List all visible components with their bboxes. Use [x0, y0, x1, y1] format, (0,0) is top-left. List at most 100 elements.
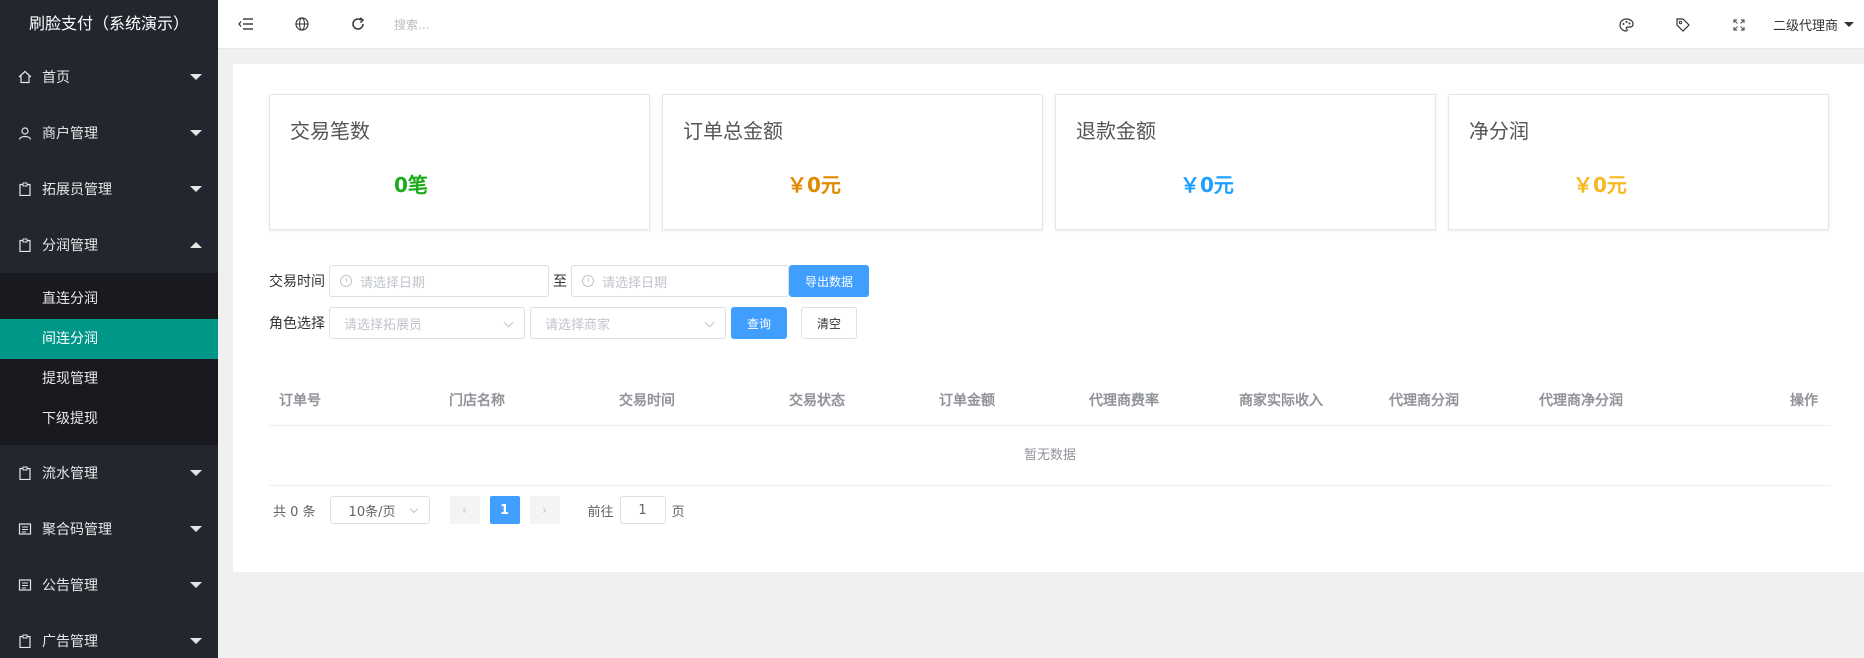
- stat-value: 0笔: [394, 173, 428, 197]
- sidebar-item-label: 商户管理: [42, 126, 98, 142]
- col-order-amount: 订单金额: [939, 392, 995, 409]
- start-date-placeholder: 请选择日期: [360, 275, 426, 291]
- stat-title: 净分润: [1469, 119, 1529, 143]
- expander-select[interactable]: 请选择拓展员: [329, 307, 525, 339]
- stat-value: ￥0元: [1180, 173, 1234, 197]
- sidebar-subitem-withdrawal[interactable]: 提现管理: [0, 359, 218, 399]
- user-icon: [18, 126, 32, 140]
- stat-title: 退款金额: [1076, 119, 1156, 143]
- chevron-down-icon: [503, 317, 514, 328]
- sidebar-item-merchant[interactable]: 商户管理: [0, 105, 218, 161]
- list-icon: [18, 578, 32, 592]
- sidebar-item-profit[interactable]: 分润管理: [0, 217, 218, 273]
- caret-down-icon: [190, 470, 202, 476]
- to-label: 至: [553, 274, 567, 290]
- pagination: 共 0 条 10条/页 ‹ 1 › 前往 1 页: [273, 496, 685, 524]
- role-label: 角色选择: [269, 316, 325, 332]
- col-agent-rate: 代理商费率: [1089, 392, 1159, 409]
- topbar-right: 二级代理商: [1599, 0, 1864, 49]
- sidebar-subitem-indirect-profit[interactable]: 间连分润: [0, 319, 218, 359]
- start-date-input[interactable]: 请选择日期: [329, 265, 549, 297]
- sidebar-item-label: 广告管理: [42, 634, 98, 650]
- caret-down-icon: [190, 130, 202, 136]
- stat-card-order-total: 订单总金额 ￥0元: [662, 94, 1043, 230]
- page-number-button[interactable]: 1: [489, 496, 520, 524]
- app-title: 刷脸支付（系统演示）: [0, 0, 218, 49]
- sidebar-item-qrcode[interactable]: 聚合码管理: [0, 501, 218, 557]
- refresh-icon[interactable]: [330, 0, 386, 49]
- caret-down-icon: [190, 582, 202, 588]
- sidebar-subitem-sub-withdrawal[interactable]: 下级提现: [0, 399, 218, 439]
- caret-down-icon: [190, 526, 202, 532]
- caret-down-icon: [190, 638, 202, 644]
- stat-title: 交易笔数: [290, 119, 370, 143]
- sidebar-item-home[interactable]: 首页: [0, 49, 218, 105]
- sidebar-item-label: 分润管理: [42, 238, 98, 254]
- globe-icon[interactable]: [274, 0, 330, 49]
- sidebar: 刷脸支付（系统演示） 首页 商户管理 拓展员管理 分润管理 直连分润 间连分润 …: [0, 0, 218, 658]
- clock-icon: [582, 275, 594, 287]
- search-input[interactable]: 搜索...: [394, 16, 594, 33]
- goto-page-input[interactable]: 1: [619, 496, 666, 524]
- prev-page-button[interactable]: ‹: [449, 496, 480, 524]
- clock-icon: [340, 275, 352, 287]
- end-date-input[interactable]: 请选择日期: [571, 265, 789, 297]
- total-count: 共 0 条: [273, 504, 316, 520]
- goto-label: 前往: [587, 504, 614, 520]
- user-name: 二级代理商: [1772, 19, 1838, 34]
- export-button[interactable]: 导出数据: [789, 265, 869, 297]
- merchant-select[interactable]: 请选择商家: [530, 307, 726, 339]
- caret-down-icon: [190, 74, 202, 80]
- profit-table: 订单号 门店名称 交易时间 交易状态 订单金额 代理商费率 商家实际收入 代理商…: [269, 374, 1831, 486]
- sidebar-item-expander[interactable]: 拓展员管理: [0, 161, 218, 217]
- topbar: 搜索... 二级代理商: [218, 0, 1864, 49]
- col-agent-net-profit: 代理商净分润: [1539, 392, 1623, 409]
- expander-placeholder: 请选择拓展员: [344, 317, 423, 333]
- list-icon: [18, 522, 32, 536]
- sidebar-item-label: 公告管理: [42, 578, 98, 594]
- stat-value: ￥0元: [787, 173, 841, 197]
- table-header: 订单号 门店名称 交易时间 交易状态 订单金额 代理商费率 商家实际收入 代理商…: [269, 374, 1831, 426]
- filter-row-time: 交易时间 请选择日期 至 请选择日期 导出数据: [269, 265, 869, 297]
- col-trade-time: 交易时间: [619, 392, 675, 409]
- fullscreen-icon[interactable]: [1711, 0, 1767, 49]
- profit-submenu: 直连分润 间连分润 提现管理 下级提现: [0, 273, 218, 445]
- tag-icon[interactable]: [1655, 0, 1711, 49]
- caret-down-icon: [190, 186, 202, 192]
- user-menu[interactable]: 二级代理商: [1767, 15, 1864, 34]
- clear-button[interactable]: 清空: [801, 307, 858, 339]
- chevron-down-icon: [409, 504, 418, 514]
- next-page-button[interactable]: ›: [529, 496, 560, 524]
- end-date-placeholder: 请选择日期: [602, 275, 668, 291]
- sidebar-item-ads[interactable]: 广告管理: [0, 613, 218, 658]
- stat-cards: 交易笔数 0笔 订单总金额 ￥0元 退款金额 ￥0元 净分润 ￥0元: [269, 94, 1841, 230]
- sidebar-item-flow[interactable]: 流水管理: [0, 445, 218, 501]
- caret-up-icon: [190, 242, 202, 248]
- page-unit-label: 页: [671, 504, 685, 520]
- stat-card-refund: 退款金额 ￥0元: [1055, 94, 1436, 230]
- sidebar-item-notice[interactable]: 公告管理: [0, 557, 218, 613]
- time-label: 交易时间: [269, 274, 325, 290]
- col-merchant-income: 商家实际收入: [1239, 392, 1323, 409]
- col-trade-status: 交易状态: [789, 392, 845, 409]
- home-icon: [18, 70, 32, 84]
- stat-card-net-profit: 净分润 ￥0元: [1448, 94, 1829, 230]
- page-size-select[interactable]: 10条/页: [329, 496, 430, 524]
- menu-toggle-icon[interactable]: [218, 0, 274, 49]
- query-button[interactable]: 查询: [731, 307, 787, 339]
- merchant-placeholder: 请选择商家: [545, 317, 611, 333]
- sidebar-subitem-direct-profit[interactable]: 直连分润: [0, 279, 218, 319]
- sidebar-item-label: 首页: [42, 70, 70, 86]
- stat-card-transactions: 交易笔数 0笔: [269, 94, 650, 230]
- stat-value: ￥0元: [1573, 173, 1627, 197]
- col-agent-profit: 代理商分润: [1389, 392, 1459, 409]
- col-store-name: 门店名称: [449, 392, 505, 409]
- sidebar-item-label: 聚合码管理: [42, 522, 112, 538]
- palette-icon[interactable]: [1599, 0, 1655, 49]
- clipboard-icon: [18, 238, 32, 252]
- caret-down-icon: [1844, 22, 1854, 27]
- chevron-down-icon: [704, 317, 715, 328]
- clipboard-icon: [18, 634, 32, 648]
- col-actions: 操作: [1790, 392, 1818, 409]
- stat-title: 订单总金额: [683, 119, 783, 143]
